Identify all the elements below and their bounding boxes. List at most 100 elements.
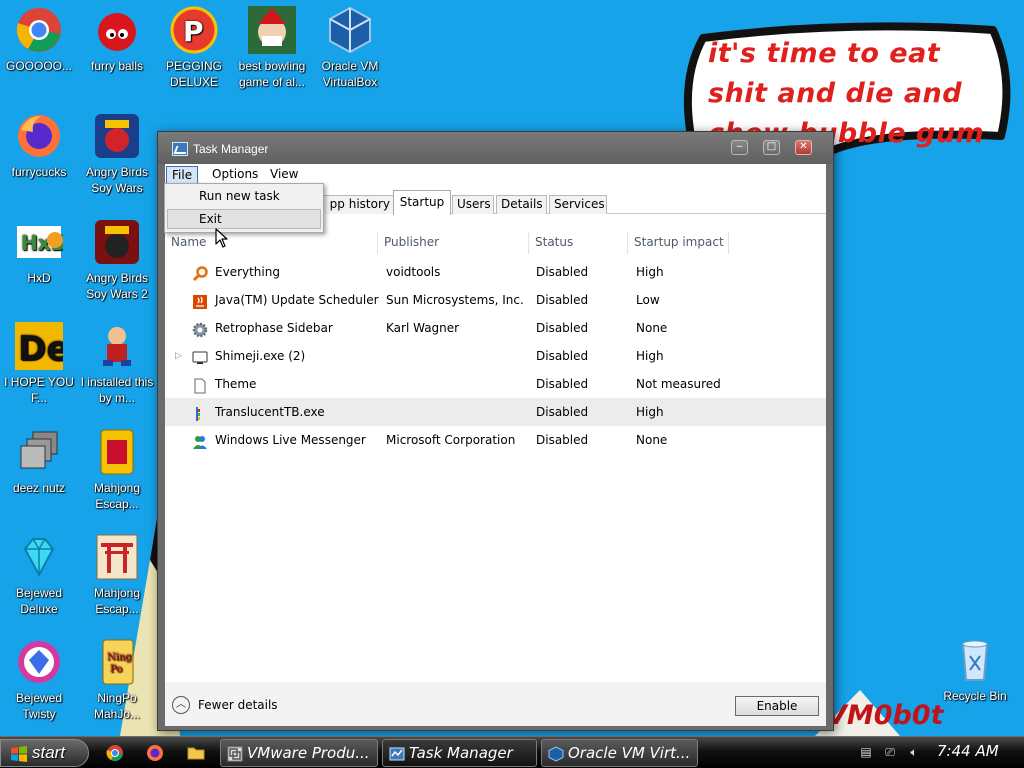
row-publisher: Sun Microsystems, Inc. xyxy=(386,293,524,307)
desktop-icon-recycle-bin[interactable]: Recycle Bin xyxy=(936,636,1014,704)
firefox-icon[interactable] xyxy=(146,744,164,762)
bejeweled-twist-icon xyxy=(15,638,63,686)
chrome-icon[interactable] xyxy=(106,744,124,762)
table-row[interactable]: Java(TM) Update Scheduler Sun Microsyste… xyxy=(165,286,826,314)
row-name: TranslucentTB.exe xyxy=(215,405,325,419)
mahjong-tile-icon xyxy=(93,428,141,476)
desktop-icon-label: furry balls xyxy=(90,59,143,73)
desktop-icon-mahjong-escape-2[interactable]: Mahjong Escap... xyxy=(78,533,156,617)
taskbar-button-label: Task Manager xyxy=(409,744,513,762)
desktop-icon-angry-birds-soy-wars[interactable]: Angry Birds Soy Wars xyxy=(78,112,156,196)
desktop-icon-chrome[interactable]: GOOOOO... xyxy=(0,6,78,74)
tab-details[interactable]: Details xyxy=(496,195,547,214)
row-status: Disabled xyxy=(536,433,589,447)
desktop-icon-label: GOOOOO... xyxy=(5,59,72,73)
title-bar[interactable]: Task Manager ‒ □ ✕ xyxy=(158,132,833,164)
taskbar: start VMware Produ... Task Manager Oracl… xyxy=(0,736,1024,768)
desktop-icon-label: Recycle Bin xyxy=(943,689,1007,703)
maximize-button[interactable]: □ xyxy=(763,140,780,155)
column-header-startup-impact[interactable]: Startup impact xyxy=(628,232,729,254)
startup-list: Everything voidtools Disabled High Java(… xyxy=(165,258,826,454)
tab-startup[interactable]: Startup xyxy=(393,190,451,215)
network-icon[interactable]: ⎚ xyxy=(883,745,897,759)
tab-app-history[interactable]: pp history xyxy=(315,195,395,214)
virtualbox-icon xyxy=(326,6,374,54)
row-name: Everything xyxy=(215,265,280,279)
row-name: Windows Live Messenger xyxy=(215,433,366,447)
desktop-icon-label: deez nutz xyxy=(12,481,66,495)
desktop-icon-bejeweled-twisty[interactable]: Bejewed Twisty xyxy=(0,638,78,722)
tab-services[interactable]: Services xyxy=(549,195,607,214)
row-publisher: Karl Wagner xyxy=(386,321,460,335)
desktop-icon-bowling[interactable]: best bowling game of al... xyxy=(233,6,311,90)
desktop-icon-pegging-deluxe[interactable]: P PEGGING DELUXE xyxy=(155,6,233,90)
column-header: Name Publisher Status Startup impact xyxy=(165,232,826,254)
desktop-icon-bejeweled-deluxe[interactable]: Bejewed Deluxe xyxy=(0,533,78,617)
volume-icon[interactable]: 🔈︎ xyxy=(907,745,921,759)
desktop-icon-label: Mahjong Escap... xyxy=(93,586,141,616)
chevron-right-icon[interactable]: ▷ xyxy=(175,342,182,370)
column-header-name[interactable]: Name xyxy=(165,232,378,254)
chrome-icon xyxy=(15,6,63,54)
desktop-icon-i-hope[interactable]: De I HOPE YOU F... xyxy=(0,322,78,406)
peggle-icon: P xyxy=(170,6,218,54)
vmware-icon xyxy=(227,746,243,762)
menu-view[interactable]: View xyxy=(265,166,303,184)
desktop-icon-label: Angry Birds Soy Wars 2 xyxy=(85,271,149,301)
row-status: Disabled xyxy=(536,321,589,335)
start-button[interactable]: start xyxy=(0,739,89,767)
desktop-icon-label: Oracle VM VirtualBox xyxy=(321,59,379,89)
column-header-status[interactable]: Status xyxy=(529,232,628,254)
notification-icon[interactable]: ▤ xyxy=(859,745,873,759)
desktop-icon-furrycucks[interactable]: furrycucks xyxy=(0,112,78,180)
minimize-button[interactable]: ‒ xyxy=(731,140,748,155)
row-impact: High xyxy=(636,405,664,419)
desktop-icon-virtualbox[interactable]: Oracle VM VirtualBox xyxy=(311,6,389,90)
table-row[interactable]: Theme Disabled Not measured xyxy=(165,370,826,398)
desktop-icon-label: Mahjong Escap... xyxy=(93,481,141,511)
stacked-windows-icon xyxy=(15,428,63,476)
taskbar-button-label: VMware Produ... xyxy=(247,744,370,762)
desktop-icon-label: PEGGING DELUXE xyxy=(165,59,222,89)
desktop-icon-label: Bejewed Twisty xyxy=(15,691,63,721)
row-impact: High xyxy=(636,265,664,279)
taskbar-button-task-manager[interactable]: Task Manager xyxy=(382,739,537,767)
fewer-details-link[interactable]: Fewer details xyxy=(198,696,278,714)
close-button[interactable]: ✕ xyxy=(795,140,812,155)
folder-icon[interactable] xyxy=(187,744,205,762)
row-impact: Low xyxy=(636,293,660,307)
tab-users[interactable]: Users xyxy=(452,195,494,214)
taskbar-button-virtualbox[interactable]: Oracle VM Virt... xyxy=(541,739,698,767)
desktop-icon-angry-birds-soy-wars-2[interactable]: Angry Birds Soy Wars 2 xyxy=(78,218,156,302)
clock[interactable]: 7:44 AM xyxy=(937,742,999,760)
desktop-icon-i-installed[interactable]: I installed this by m... xyxy=(78,322,156,406)
table-row[interactable]: Everything voidtools Disabled High xyxy=(165,258,826,286)
row-name: Java(TM) Update Scheduler xyxy=(215,293,379,307)
desktop-icon-mahjong-escape-1[interactable]: Mahjong Escap... xyxy=(78,428,156,512)
hxd-icon: HxD xyxy=(15,218,67,266)
desktop-icon-label: best bowling game of al... xyxy=(238,59,306,89)
desktop-icon-label: Angry Birds Soy Wars xyxy=(85,165,149,195)
row-impact: High xyxy=(636,349,664,363)
chevron-up-icon[interactable]: ︿ xyxy=(172,696,190,714)
menu-options[interactable]: Options xyxy=(207,166,263,184)
desktop-icon-hxd[interactable]: HxD HxD xyxy=(0,218,78,286)
menu-item-exit[interactable]: Exit xyxy=(167,209,321,229)
enable-button[interactable]: Enable xyxy=(735,696,819,716)
taskbar-button-vmware[interactable]: VMware Produ... xyxy=(220,739,378,767)
table-row[interactable]: Retrophase Sidebar Karl Wagner Disabled … xyxy=(165,314,826,342)
menu-file[interactable]: File xyxy=(166,166,199,184)
desktop-icon-ningpo[interactable]: Ning Po NingPo MahJo... xyxy=(78,638,156,722)
row-status: Disabled xyxy=(536,377,589,391)
desktop-icon-deez-nutz[interactable]: deez nutz xyxy=(0,428,78,496)
table-row[interactable]: TranslucentTB.exe Disabled High xyxy=(165,398,826,426)
table-row[interactable]: ▷ Shimeji.exe (2) Disabled High xyxy=(165,342,826,370)
menu-item-run-new-task[interactable]: Run new task xyxy=(167,187,321,207)
file-menu-dropdown: Run new task Exit xyxy=(164,183,324,233)
desktop-icon-label: furrycucks xyxy=(11,165,67,179)
monitor-icon xyxy=(192,348,208,364)
table-row[interactable]: Windows Live Messenger Microsoft Corpora… xyxy=(165,426,826,454)
desktop-icon-label: I HOPE YOU F... xyxy=(4,375,74,405)
desktop-icon-furry-balls[interactable]: furry balls xyxy=(78,6,156,74)
column-header-publisher[interactable]: Publisher xyxy=(378,232,529,254)
